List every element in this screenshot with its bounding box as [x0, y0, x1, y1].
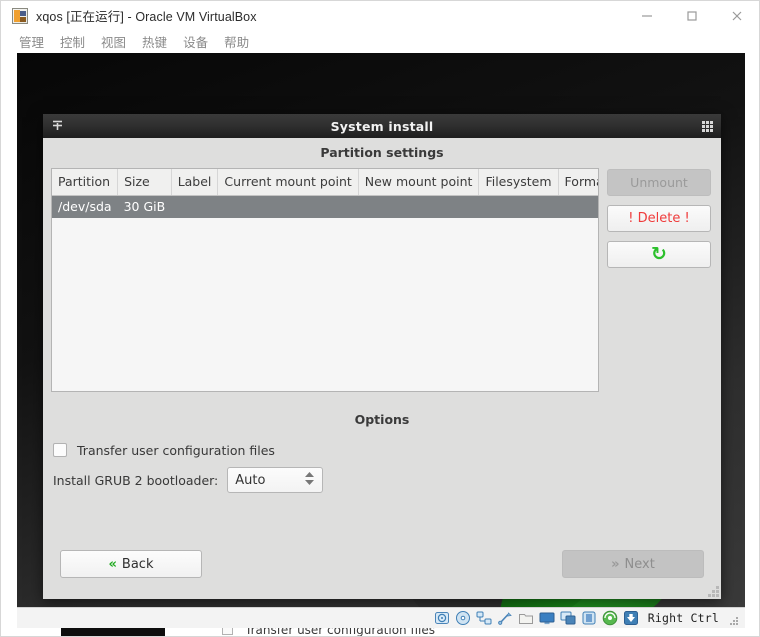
usb-icon[interactable] [497, 610, 513, 626]
options-section: Options Transfer user configuration file… [43, 392, 721, 495]
column-header-new-mount-point[interactable]: New mount point [358, 169, 480, 196]
guest-clipped-checkbox [222, 628, 233, 635]
partition-action-buttons: Unmount ! Delete ! ↻ [607, 168, 711, 392]
cell-new-mount-point [358, 195, 479, 218]
partition-table-body: /dev/sda 30 GiB [52, 195, 598, 218]
refresh-button[interactable]: ↻ [607, 241, 711, 268]
keyboard-capture-icon[interactable] [623, 610, 639, 626]
back-button[interactable]: « Back [60, 550, 202, 578]
chevron-down-icon [305, 480, 315, 485]
partition-area: Partition Size Label Current mount point… [43, 168, 721, 392]
grub-bootloader-value: Auto [235, 472, 266, 488]
transfer-config-checkbox[interactable] [53, 443, 67, 457]
network-icon[interactable] [476, 610, 492, 626]
cell-size: 30 GiB [117, 195, 172, 218]
column-header-partition[interactable]: Partition [52, 169, 119, 196]
hard-disk-icon[interactable] [434, 610, 450, 626]
grub-bootloader-label: Install GRUB 2 bootloader: [53, 472, 219, 488]
unmount-button[interactable]: Unmount [607, 169, 711, 196]
chevron-up-icon [305, 472, 315, 477]
next-button[interactable]: » Next [562, 550, 704, 578]
host-titlebar[interactable]: xqos [正在运行] - Oracle VM VirtualBox [1, 1, 759, 30]
recording-icon[interactable] [581, 610, 597, 626]
close-icon [732, 11, 741, 20]
menu-item-view[interactable]: 视图 [93, 30, 134, 53]
menu-item-hotkeys[interactable]: 热键 [134, 30, 175, 53]
cell-partition: /dev/sda [52, 195, 118, 218]
guest-clipped-block [61, 628, 165, 636]
display-icon[interactable] [539, 610, 555, 626]
table-row[interactable]: /dev/sda 30 GiB [52, 195, 598, 218]
dialog-titlebar[interactable]: System install [43, 114, 721, 138]
system-install-dialog: System install Partition settings Partit… [43, 114, 721, 599]
menu-item-control[interactable]: 控制 [52, 30, 93, 53]
column-header-label[interactable]: Label [171, 169, 219, 196]
close-button[interactable] [714, 1, 759, 30]
column-header-filesystem[interactable]: Filesystem [478, 169, 559, 196]
minimize-button[interactable] [624, 1, 669, 30]
guest-clipped-text: Transfer user configuration files [245, 628, 435, 636]
vm-display[interactable]: System install Partition settings Partit… [17, 53, 745, 609]
virtualbox-window: xqos [正在运行] - Oracle VM VirtualBox 管理 控制… [0, 0, 760, 637]
maximize-icon [686, 10, 697, 21]
delete-button[interactable]: ! Delete ! [607, 205, 711, 232]
menu-item-help[interactable]: 帮助 [216, 30, 257, 53]
dialog-title: System install [330, 118, 434, 134]
dialog-body: Partition settings Partition Size Label … [43, 138, 721, 599]
shared-folder-icon[interactable] [518, 610, 534, 626]
chevron-left-icon: « [108, 556, 117, 572]
host-window-title: xqos [正在运行] - Oracle VM VirtualBox [36, 10, 257, 24]
minimize-icon [641, 14, 652, 17]
screenshot-root: xqos [正在运行] - Oracle VM VirtualBox 管理 控制… [0, 0, 760, 637]
transfer-config-label: Transfer user configuration files [77, 442, 275, 458]
options-heading: Options [354, 412, 410, 427]
statusbar-resize-grip[interactable] [730, 617, 739, 626]
refresh-icon: ↻ [651, 243, 667, 265]
column-header-current-mount-point[interactable]: Current mount point [217, 169, 359, 196]
spinner-arrows[interactable] [305, 472, 315, 485]
partition-table: Partition Size Label Current mount point… [52, 169, 598, 218]
menu-item-manage[interactable]: 管理 [11, 30, 52, 53]
grid-dots-icon[interactable] [702, 121, 713, 132]
grub-bootloader-select[interactable]: Auto [227, 467, 324, 493]
partition-table-container[interactable]: Partition Size Label Current mount point… [51, 168, 599, 392]
mouse-integration-icon[interactable] [602, 610, 618, 626]
partition-settings-heading: Partition settings [320, 145, 444, 160]
remote-desktop-icon[interactable] [560, 610, 576, 626]
dialog-footer: « Back » Next [43, 543, 721, 599]
virtualbox-icon [12, 7, 28, 24]
next-button-label: Next [624, 556, 655, 572]
column-header-format[interactable]: Format [558, 169, 598, 196]
optical-disk-icon[interactable] [455, 610, 471, 626]
cell-label [171, 195, 218, 218]
host-key-label: Right Ctrl [647, 611, 719, 625]
cell-format [558, 195, 598, 218]
chevron-right-icon: » [611, 556, 620, 572]
partition-header-row: Partition Size Label Current mount point… [52, 169, 598, 196]
partition-table-head: Partition Size Label Current mount point… [52, 169, 598, 196]
host-window-controls [624, 1, 759, 30]
grub-bootloader-row: Install GRUB 2 bootloader: Auto [43, 465, 721, 495]
maximize-button[interactable] [669, 1, 714, 30]
back-button-label: Back [121, 556, 154, 572]
cell-current-mount-point [217, 195, 359, 218]
dialog-resize-grip[interactable] [708, 586, 719, 597]
menu-item-devices[interactable]: 设备 [175, 30, 216, 53]
host-statusbar: Right Ctrl [17, 607, 745, 628]
window-menu-icon[interactable] [50, 118, 65, 133]
transfer-config-row[interactable]: Transfer user configuration files [43, 435, 721, 465]
host-menubar: 管理 控制 视图 热键 设备 帮助 [1, 30, 759, 53]
cell-filesystem [478, 195, 559, 218]
column-header-size[interactable]: Size [117, 169, 172, 196]
guest-clipped-row: Transfer user configuration files [17, 628, 745, 636]
